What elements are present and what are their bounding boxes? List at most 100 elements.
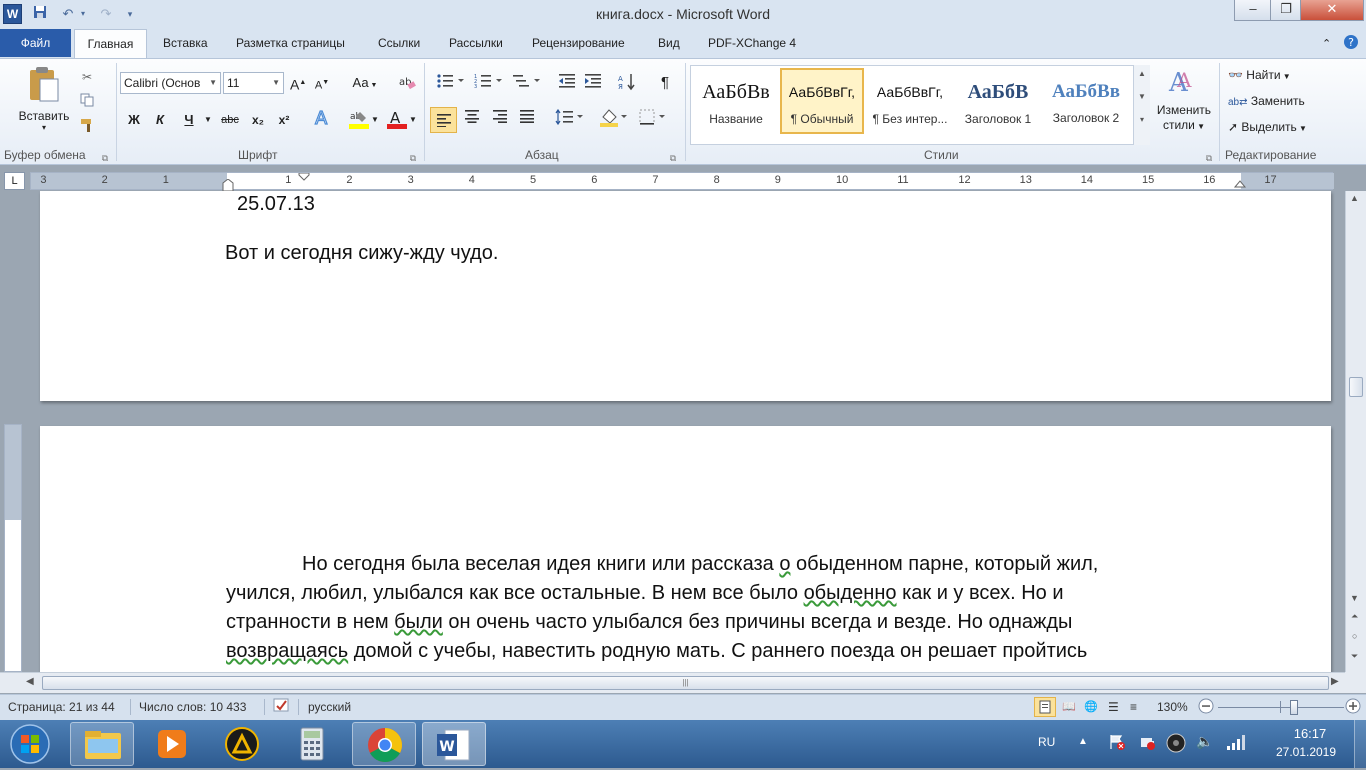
- more-styles-icon[interactable]: ▾: [1134, 115, 1150, 124]
- close-icon[interactable]: ✕: [1300, 0, 1364, 21]
- align-right-icon[interactable]: [488, 109, 512, 129]
- text-effects-icon[interactable]: A: [310, 107, 336, 134]
- power-icon[interactable]: [1138, 733, 1156, 754]
- tab-page-layout[interactable]: Разметка страницы: [236, 36, 345, 50]
- misspelled-word[interactable]: обыденно: [804, 582, 897, 604]
- grow-font-button[interactable]: A▲: [290, 73, 306, 95]
- tab-review[interactable]: Рецензирование: [532, 36, 625, 50]
- style-normal[interactable]: АаБбВвГг, ¶ Обычный: [780, 68, 864, 134]
- clipboard-launcher-icon[interactable]: ⧉: [99, 148, 111, 168]
- zoom-in-icon[interactable]: [1345, 698, 1361, 717]
- scroll-thumb[interactable]: |||: [42, 676, 1329, 690]
- spelling-check-icon[interactable]: [272, 697, 294, 718]
- first-line-indent-marker[interactable]: [297, 173, 311, 181]
- outline-view-icon[interactable]: ☰: [1108, 700, 1119, 714]
- change-styles-button[interactable]: AA Изменить стили ▼: [1152, 65, 1216, 145]
- select-browse-object-icon[interactable]: ○: [1352, 631, 1357, 641]
- vertical-ruler[interactable]: [4, 424, 22, 672]
- font-color-dropdown-icon[interactable]: ▼: [408, 110, 418, 130]
- sort-icon[interactable]: AЯ: [616, 73, 638, 97]
- underline-dropdown-icon[interactable]: ▼: [202, 110, 214, 130]
- shrink-font-button[interactable]: A▼: [314, 73, 330, 96]
- style-heading-1[interactable]: АаБбВ Заголовок 1: [956, 67, 1040, 133]
- multilevel-list-icon[interactable]: [510, 73, 544, 95]
- select-button[interactable]: ➚ Выделить ▼: [1228, 117, 1320, 139]
- print-layout-view-icon[interactable]: [1034, 697, 1056, 717]
- action-center-icon[interactable]: [1108, 733, 1126, 754]
- style-no-spacing[interactable]: АаБбВвГг, ¶ Без интер...: [868, 67, 952, 133]
- highlight-icon[interactable]: ab: [346, 108, 372, 136]
- paragraph-launcher-icon[interactable]: ⧉: [667, 148, 679, 168]
- tab-references[interactable]: Ссылки: [378, 36, 420, 50]
- increase-indent-icon[interactable]: [582, 73, 604, 95]
- font-launcher-icon[interactable]: ⧉: [407, 148, 419, 168]
- scroll-down-icon[interactable]: ▼: [1134, 92, 1150, 101]
- shading-icon[interactable]: [597, 107, 631, 133]
- tab-file[interactable]: Файл: [0, 29, 71, 57]
- justify-icon[interactable]: [515, 109, 539, 129]
- maximize-icon[interactable]: ❐: [1270, 0, 1302, 21]
- zoom-out-icon[interactable]: [1198, 698, 1214, 717]
- scroll-thumb[interactable]: [1349, 377, 1363, 397]
- taskbar-archicad[interactable]: [210, 722, 274, 766]
- page-count[interactable]: Страница: 21 из 44: [8, 700, 115, 714]
- tab-selector-button[interactable]: L: [4, 172, 25, 190]
- misspelled-word[interactable]: возвращаясь: [226, 640, 348, 662]
- left-indent-marker[interactable]: [221, 179, 235, 191]
- show-marks-button[interactable]: ¶: [655, 73, 675, 93]
- numbering-icon[interactable]: 123: [472, 73, 506, 95]
- scroll-right-icon[interactable]: ▶: [1331, 676, 1339, 687]
- style-heading-2[interactable]: АаБбВв Заголовок 2: [1044, 67, 1128, 133]
- line-spacing-icon[interactable]: [553, 108, 587, 131]
- full-screen-reading-icon[interactable]: 📖: [1062, 700, 1076, 713]
- network-signal-icon[interactable]: [1226, 734, 1246, 753]
- styles-launcher-icon[interactable]: ⧉: [1203, 148, 1215, 168]
- cut-icon[interactable]: ✂: [78, 67, 96, 87]
- align-center-icon[interactable]: [460, 109, 484, 129]
- taskbar-chrome[interactable]: [352, 722, 416, 766]
- paste-button[interactable]: Вставить ▾: [14, 65, 74, 143]
- misspelled-word[interactable]: были: [394, 611, 443, 633]
- next-page-icon[interactable]: ⏷: [1351, 651, 1358, 662]
- vertical-scrollbar[interactable]: ▲ ▼ ⏶ ○ ⏷: [1345, 191, 1366, 672]
- underline-button[interactable]: Ч: [180, 110, 198, 130]
- draft-view-icon[interactable]: ≡: [1130, 700, 1137, 714]
- volume-icon[interactable]: 🔈: [1196, 733, 1213, 750]
- disc-icon[interactable]: [1166, 733, 1186, 756]
- tab-insert[interactable]: Вставка: [163, 36, 208, 50]
- previous-page-icon[interactable]: ⏶: [1351, 611, 1358, 622]
- bullets-icon[interactable]: [434, 73, 468, 95]
- zoom-slider-thumb[interactable]: [1289, 700, 1298, 715]
- taskbar-explorer[interactable]: [70, 722, 134, 766]
- show-hidden-icons-icon[interactable]: ▲: [1078, 736, 1088, 747]
- styles-scroll[interactable]: ▲ ▼ ▾: [1133, 65, 1150, 145]
- tab-home[interactable]: Главная: [74, 29, 147, 59]
- scroll-left-icon[interactable]: ◀: [26, 676, 34, 687]
- language[interactable]: русский: [308, 700, 351, 714]
- strikethrough-button[interactable]: abc: [218, 110, 242, 130]
- clock-time[interactable]: 16:17: [1280, 726, 1340, 741]
- minimize-icon[interactable]: –: [1234, 0, 1272, 21]
- highlight-dropdown-icon[interactable]: ▼: [370, 110, 380, 130]
- show-desktop-button[interactable]: [1354, 720, 1366, 768]
- italic-button[interactable]: К: [151, 110, 169, 130]
- taskbar-word[interactable]: W: [422, 722, 486, 766]
- style-title[interactable]: АаБбВв Название: [694, 67, 778, 133]
- ribbon-minimize-icon[interactable]: ⌃: [1322, 37, 1331, 50]
- taskbar-media-player[interactable]: [140, 722, 204, 766]
- font-color-icon[interactable]: A: [384, 108, 410, 136]
- scroll-up-icon[interactable]: ▲: [1350, 193, 1359, 203]
- tab-view[interactable]: Вид: [658, 36, 680, 50]
- page-previous[interactable]: 25.07.13 Вот и сегодня сижу-жду чудо.: [40, 191, 1331, 401]
- web-layout-icon[interactable]: 🌐: [1084, 700, 1098, 713]
- clear-formatting-icon[interactable]: ab: [396, 73, 418, 97]
- copy-icon[interactable]: [78, 93, 96, 113]
- horizontal-scrollbar[interactable]: ◀ ||| ▶: [0, 672, 1345, 693]
- tab-pdf-xchange[interactable]: PDF-XChange 4: [708, 36, 796, 50]
- word-count[interactable]: Число слов: 10 433: [139, 700, 246, 714]
- font-name-combo[interactable]: Calibri (Основ ▼: [120, 72, 221, 94]
- format-painter-icon[interactable]: [78, 117, 96, 139]
- decrease-indent-icon[interactable]: [556, 73, 578, 95]
- zoom-level[interactable]: 130%: [1157, 700, 1188, 714]
- change-case-button[interactable]: Аа ▼: [350, 73, 380, 96]
